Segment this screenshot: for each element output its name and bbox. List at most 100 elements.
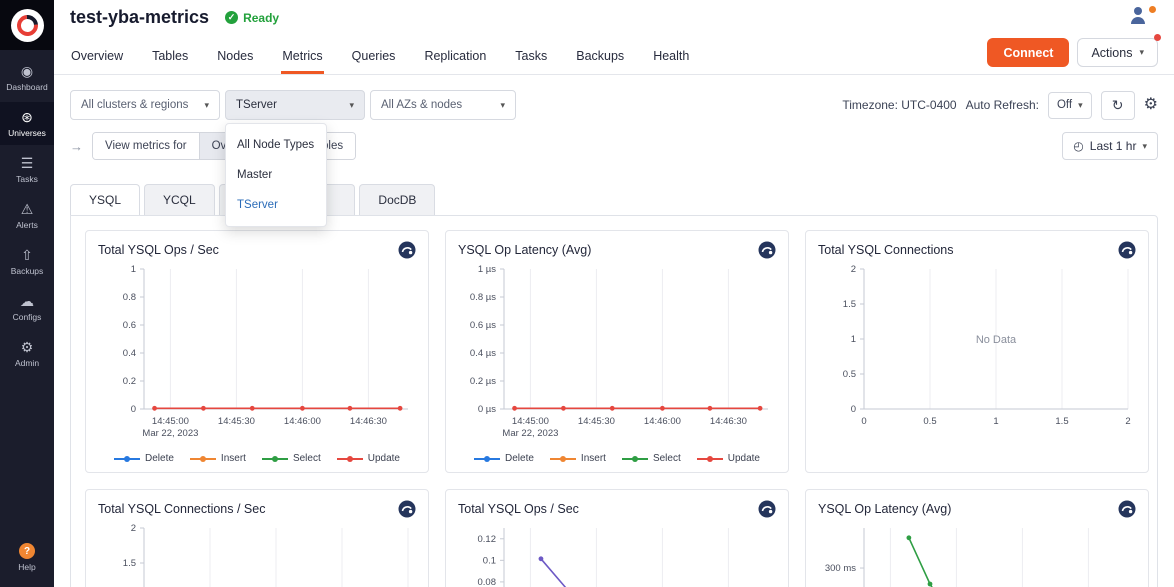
chart-plot: 10.80.60.40.2014:45:00Mar 22, 202314:45:… — [98, 261, 416, 449]
tab-overview[interactable]: Overview — [70, 45, 124, 74]
legend-item-update[interactable]: Update — [337, 453, 400, 464]
connect-button[interactable]: Connect — [987, 38, 1069, 67]
legend-label: Insert — [581, 453, 606, 464]
legend-label: Select — [293, 453, 321, 464]
filter-right-group: Timezone: UTC-0400 Auto Refresh: Off ▾ ↻… — [842, 91, 1158, 120]
legend-item-update[interactable]: Update — [697, 453, 760, 464]
universe-title: test-yba-metrics — [70, 7, 209, 28]
svg-text:0 µs: 0 µs — [478, 404, 496, 415]
svg-text:14:45:30: 14:45:30 — [218, 416, 255, 427]
charts-grid: Total YSQL Ops / Sec 10.80.60.40.2014:45:… — [85, 230, 1143, 587]
metrics-scope-row: → View metrics forOverallOutlier Tables … — [54, 128, 1174, 172]
chevron-down-icon: ▾ — [349, 100, 354, 111]
universe-tab-bar: Overview Tables Nodes Metrics Queries Replica… — [54, 29, 1174, 75]
metric-tab-docdb[interactable]: DocDB — [359, 184, 435, 215]
menu-item-master[interactable]: Master — [226, 160, 326, 190]
legend-item-insert[interactable]: Insert — [550, 453, 606, 464]
svg-text:0.2 µs: 0.2 µs — [470, 376, 496, 387]
alerts-icon: ⚠ — [21, 202, 34, 217]
clock-icon: ◴ — [1073, 139, 1083, 153]
chart-card-header: YSQL Op Latency (Avg) — [818, 500, 1136, 518]
legend-item-delete[interactable]: Delete — [474, 453, 534, 464]
tab-tasks[interactable]: Tasks — [514, 45, 548, 74]
svg-text:0.12: 0.12 — [478, 534, 497, 545]
configs-icon: ☁ — [20, 294, 34, 309]
auto-refresh-select[interactable]: Off ▾ — [1048, 92, 1092, 119]
sidebar-item-help[interactable]: ? Help — [0, 535, 54, 579]
tab-metrics[interactable]: Metrics — [281, 45, 323, 74]
settings-gear-icon[interactable]: ⚙ — [1144, 97, 1158, 113]
menu-item-tserver[interactable]: TServer — [226, 190, 326, 220]
time-range-button[interactable]: ◴ Last 1 hr ▾ — [1062, 132, 1158, 160]
legend-label: Delete — [505, 453, 534, 464]
legend-line-icon — [262, 455, 288, 463]
user-icon — [1130, 7, 1146, 24]
tab-nodes[interactable]: Nodes — [216, 45, 254, 74]
chevron-down-icon: ▾ — [1142, 141, 1147, 152]
chart-node-badge-icon[interactable] — [398, 241, 416, 259]
user-menu[interactable] — [1130, 7, 1156, 25]
menu-item-all-node-types[interactable]: All Node Types — [226, 130, 326, 160]
sidebar-item-tasks[interactable]: ☰Tasks — [0, 148, 54, 191]
help-icon: ? — [19, 543, 35, 559]
chart-card: Total YSQL Ops / Sec 10.80.60.40.2014:45:… — [85, 230, 429, 473]
chart-title: YSQL Op Latency (Avg) — [458, 243, 591, 257]
chart-node-badge-icon[interactable] — [1118, 241, 1136, 259]
universe-header: test-yba-metrics ✓ Ready — [54, 0, 1174, 29]
legend-line-icon — [190, 455, 216, 463]
yugabyte-logo[interactable] — [0, 0, 54, 50]
sidebar-item-configs[interactable]: ☁Configs — [0, 286, 54, 329]
chart-node-badge-icon[interactable] — [758, 241, 776, 259]
tab-replication[interactable]: Replication — [423, 45, 487, 74]
status-label: Ready — [243, 11, 279, 25]
legend-label: Delete — [145, 453, 174, 464]
tab-queries[interactable]: Queries — [351, 45, 397, 74]
chart-title: Total YSQL Ops / Sec — [98, 243, 219, 257]
svg-text:300 ms: 300 ms — [825, 563, 856, 574]
refresh-button[interactable]: ↻ — [1101, 91, 1135, 120]
actions-label: Actions — [1091, 46, 1132, 60]
svg-text:14:46:30: 14:46:30 — [710, 416, 747, 427]
az-node-value: All AZs & nodes — [381, 99, 462, 111]
user-notification-dot — [1149, 6, 1156, 13]
sidebar-item-label: Alerts — [16, 221, 38, 230]
svg-text:1 µs: 1 µs — [478, 264, 496, 275]
legend-item-select[interactable]: Select — [262, 453, 321, 464]
svg-text:1.5: 1.5 — [843, 299, 856, 310]
sidebar-item-universes[interactable]: ⊛Universes — [0, 102, 54, 145]
metric-tab-ysql[interactable]: YSQL — [70, 184, 140, 215]
tab-backups[interactable]: Backups — [575, 45, 625, 74]
node-type-select[interactable]: TServer ▾ — [225, 90, 365, 120]
time-range-value: Last 1 hr — [1090, 139, 1137, 153]
chart-card-header: YSQL Op Latency (Avg) — [458, 241, 776, 259]
legend-item-delete[interactable]: Delete — [114, 453, 174, 464]
chart-title: Total YSQL Connections / Sec — [98, 502, 265, 516]
legend-item-insert[interactable]: Insert — [190, 453, 246, 464]
svg-text:14:46:00: 14:46:00 — [284, 416, 321, 427]
metric-tab-ycql[interactable]: YCQL — [144, 184, 215, 215]
chart-title: Total YSQL Ops / Sec — [458, 502, 579, 516]
app-root: ◉Dashboard⊛Universes☰Tasks⚠Alerts⇧Backup… — [0, 0, 1174, 587]
universe-actions: Connect Actions ▾ — [987, 38, 1158, 74]
chart-node-badge-icon[interactable] — [1118, 500, 1136, 518]
sidebar-item-backups[interactable]: ⇧Backups — [0, 240, 54, 283]
sidebar-item-label: Help — [18, 563, 35, 572]
chart-card: Total YSQL Connections21.510.5000.511.52… — [805, 230, 1149, 473]
sidebar-item-admin[interactable]: ⚙Admin — [0, 332, 54, 375]
tab-health[interactable]: Health — [652, 45, 690, 74]
svg-text:14:45:30: 14:45:30 — [578, 416, 615, 427]
legend-item-select[interactable]: Select — [622, 453, 681, 464]
legend-line-icon — [550, 455, 576, 463]
backups-icon: ⇧ — [21, 248, 33, 263]
chart-card-header: Total YSQL Ops / Sec — [458, 500, 776, 518]
chart-node-badge-icon[interactable] — [398, 500, 416, 518]
actions-button[interactable]: Actions ▾ — [1077, 38, 1158, 67]
az-node-select[interactable]: All AZs & nodes ▾ — [370, 90, 516, 120]
chart-node-badge-icon[interactable] — [758, 500, 776, 518]
tab-tables[interactable]: Tables — [151, 45, 189, 74]
cluster-region-select[interactable]: All clusters & regions ▾ — [70, 90, 220, 120]
sidebar-item-dashboard[interactable]: ◉Dashboard — [0, 56, 54, 99]
dashboard-icon: ◉ — [21, 64, 33, 79]
status-badge: ✓ Ready — [225, 11, 279, 25]
sidebar-item-alerts[interactable]: ⚠ Alerts — [0, 194, 54, 237]
